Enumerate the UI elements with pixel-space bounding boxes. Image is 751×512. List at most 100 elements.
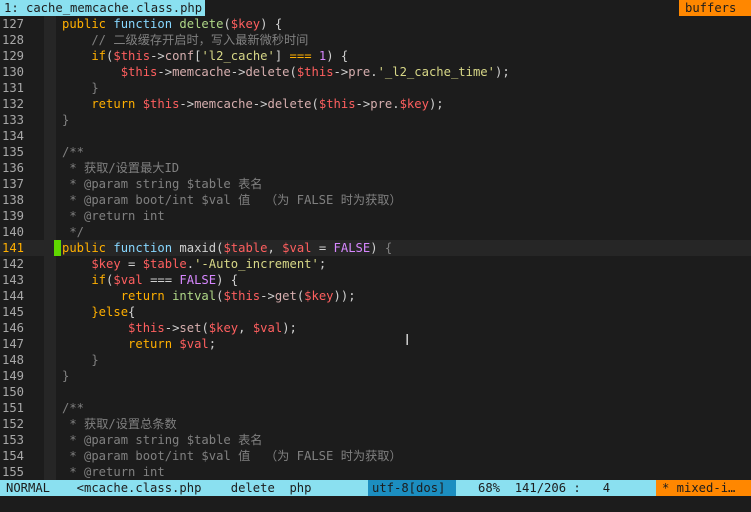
code-line[interactable]: 145 }else{ xyxy=(0,304,751,320)
fold-column xyxy=(44,464,56,480)
code-editor[interactable]: 127 public function delete($key) {128 // … xyxy=(0,16,751,480)
code-token: $this xyxy=(62,321,165,335)
fold-column xyxy=(44,288,56,304)
code-token: $val xyxy=(179,337,209,351)
fold-column xyxy=(44,400,56,416)
code-line[interactable]: 140 */ xyxy=(0,224,751,240)
code-line[interactable]: 149} xyxy=(0,368,751,384)
code-token: { xyxy=(384,241,393,255)
code-line[interactable]: 130 $this->memcache->delete($this->pre.'… xyxy=(0,64,751,80)
code-text: * @param boot/int $val 值 （为 FALSE 时为获取） xyxy=(62,192,401,208)
code-text: } xyxy=(62,112,69,128)
code-token: return xyxy=(62,97,143,111)
code-line[interactable]: 127 public function delete($key) { xyxy=(0,16,751,32)
code-token: $key xyxy=(399,97,429,111)
line-number: 141 xyxy=(2,241,25,255)
code-text: } xyxy=(62,80,98,96)
code-line[interactable]: 154 * @param boot/int $val 值 （为 FALSE 时为… xyxy=(0,448,751,464)
code-text: public function delete($key) { xyxy=(62,16,282,32)
code-token: delete xyxy=(179,17,224,31)
fold-column xyxy=(44,416,56,432)
code-token: === xyxy=(142,273,180,287)
code-token: $val xyxy=(252,321,283,335)
code-token: ) { xyxy=(260,17,283,31)
code-line[interactable]: 129 if($this->conf['l2_cache'] === 1) { xyxy=(0,48,751,64)
tabline: 1: cache_memcache.class.php buffers xyxy=(0,0,751,16)
code-text: $this->set($key, $val); xyxy=(62,320,297,336)
code-line[interactable]: 132 return $this->memcache->delete($this… xyxy=(0,96,751,112)
code-token: if xyxy=(62,273,107,287)
code-token: $key xyxy=(230,17,261,31)
mode-indicator: NORMAL xyxy=(0,480,62,496)
whitespace-warning: * mixed-i… xyxy=(656,480,751,496)
code-text: return $val; xyxy=(62,336,216,352)
encoding-indicator: utf-8[dos] xyxy=(368,480,456,496)
code-line[interactable]: 135 /** xyxy=(0,144,751,160)
code-text: * @return int xyxy=(62,464,164,480)
code-line[interactable]: 143 if($val === FALSE) { xyxy=(0,272,751,288)
code-token: memcache xyxy=(172,65,231,79)
code-text: } xyxy=(62,368,69,384)
code-line[interactable]: 144 return intval($this->get($key)); xyxy=(0,288,751,304)
tab-cache-memcache[interactable]: 1: cache_memcache.class.php xyxy=(0,0,206,16)
line-number: 142 xyxy=(2,257,25,271)
line-number: 134 xyxy=(2,129,25,143)
code-token: */ xyxy=(62,225,85,239)
code-line[interactable]: 150 xyxy=(0,384,751,400)
code-line[interactable]: 138 * @param boot/int $val 值 （为 FALSE 时为… xyxy=(0,192,751,208)
buffers-indicator[interactable]: buffers xyxy=(679,0,751,16)
code-line[interactable]: 133} xyxy=(0,112,751,128)
code-token: * @param string $table 表名 xyxy=(62,177,263,191)
line-number: 136 xyxy=(2,161,25,175)
line-number: 147 xyxy=(2,337,25,351)
line-number: 137 xyxy=(2,177,25,191)
fold-column xyxy=(44,80,56,96)
code-token: public xyxy=(62,241,114,255)
code-text: * @param string $table 表名 xyxy=(62,432,262,448)
code-line[interactable]: 139 * @return int xyxy=(0,208,751,224)
code-token: -> xyxy=(355,97,371,111)
code-token: = xyxy=(311,241,334,255)
code-line[interactable]: 155 * @return int xyxy=(0,464,751,480)
line-number: 140 xyxy=(2,225,25,239)
code-token: -> xyxy=(179,97,195,111)
code-line[interactable]: 152 * 获取/设置总条数 xyxy=(0,416,751,432)
code-line[interactable]: 136 * 获取/设置最大ID xyxy=(0,160,751,176)
code-text: public function maxid($table, $val = FAL… xyxy=(62,240,392,256)
code-line[interactable]: 137 * @param string $table 表名 xyxy=(0,176,751,192)
command-line[interactable] xyxy=(0,496,751,512)
code-token: 'l2_cache' xyxy=(201,49,275,63)
code-text: * @param string $table 表名 xyxy=(62,176,262,192)
fold-column xyxy=(44,304,56,320)
code-line[interactable]: 146 $this->set($key, $val); xyxy=(0,320,751,336)
code-token: . xyxy=(186,257,195,271)
line-number: 155 xyxy=(2,465,25,479)
code-token: ); xyxy=(282,321,297,335)
code-token: $key xyxy=(208,321,239,335)
code-text: } xyxy=(62,352,98,368)
code-line[interactable]: 134 xyxy=(0,128,751,144)
code-line[interactable]: 128 // 二级缓存开启时，写入最新微秒时间 xyxy=(0,32,751,48)
fold-column xyxy=(44,176,56,192)
code-line[interactable]: 151 /** xyxy=(0,400,751,416)
code-token: conf xyxy=(164,49,195,63)
code-token: ( xyxy=(311,97,319,111)
code-token: $this xyxy=(142,97,180,111)
fold-column xyxy=(44,336,56,352)
code-line[interactable]: 131 } xyxy=(0,80,751,96)
line-number: 154 xyxy=(2,449,25,463)
code-text: if($this->conf['l2_cache'] === 1) { xyxy=(62,48,348,64)
code-line[interactable]: 142 $key = $table.'-Auto_increment'; xyxy=(0,256,751,272)
code-token: -> xyxy=(230,65,246,79)
code-line[interactable]: 147 return $val; xyxy=(0,336,751,352)
code-line[interactable]: 148 } xyxy=(0,352,751,368)
code-token: function xyxy=(113,17,180,31)
line-number: 143 xyxy=(2,273,25,287)
code-text: return intval($this->get($key)); xyxy=(62,288,356,304)
fold-column xyxy=(44,112,56,128)
code-text: * @param boot/int $val 值 （为 FALSE 时为获取） xyxy=(62,448,401,464)
code-token: $val xyxy=(113,273,143,287)
code-line[interactable]: 153 * @param string $table 表名 xyxy=(0,432,751,448)
code-token: }else xyxy=(62,305,129,319)
code-line[interactable]: 141 public function maxid($table, $val = … xyxy=(0,240,751,256)
